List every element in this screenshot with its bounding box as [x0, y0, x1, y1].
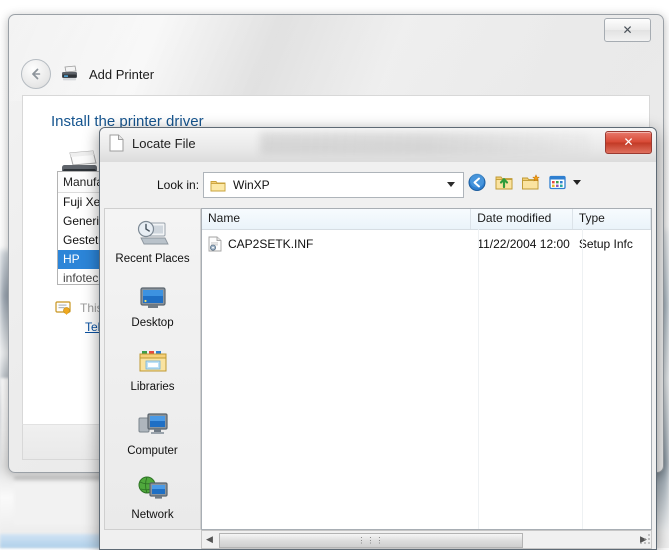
- views-icon[interactable]: [548, 173, 568, 192]
- locate-file-body: Look in: WinXP Recent Places Desktop Lib…: [100, 162, 656, 549]
- back-button[interactable]: [21, 59, 51, 89]
- look-in-dropdown[interactable]: WinXP: [203, 172, 464, 198]
- place-label: Desktop: [131, 316, 174, 329]
- horizontal-scrollbar[interactable]: ◀ ⋮⋮⋮ ▶: [201, 530, 652, 549]
- scrollbar-track[interactable]: ⋮⋮⋮: [217, 532, 636, 548]
- locate-file-title-row: Locate File: [109, 134, 196, 152]
- look-in-value: WinXP: [233, 178, 270, 192]
- folder-icon: [210, 179, 226, 192]
- inf-file-icon: [208, 236, 222, 252]
- table-row[interactable]: CAP2SETK.INF 11/22/2004 12:00 ... Setup …: [202, 234, 651, 254]
- cell-type: Setup Infc: [578, 237, 633, 251]
- add-printer-titlebar[interactable]: ✕: [9, 15, 663, 43]
- cell-name: CAP2SETK.INF: [202, 236, 471, 252]
- add-printer-navigation-row: Add Printer: [21, 59, 154, 89]
- place-label: Recent Places: [115, 252, 190, 265]
- place-label: Computer: [127, 444, 178, 457]
- libraries-icon: [135, 346, 171, 378]
- place-label: Libraries: [130, 380, 175, 393]
- chevron-down-icon: [447, 182, 455, 187]
- place-computer[interactable]: Computer: [105, 401, 200, 465]
- place-label: Network: [131, 508, 174, 521]
- look-in-row: Look in: WinXP: [100, 172, 656, 200]
- back-arrow-icon: [32, 68, 41, 80]
- certificate-icon: [55, 301, 72, 315]
- column-header-name[interactable]: Name: [202, 209, 472, 229]
- dialog-toolbar: [467, 173, 581, 192]
- column-separator: [582, 229, 583, 529]
- printer-icon: [60, 65, 80, 83]
- document-icon: [109, 134, 124, 152]
- place-desktop[interactable]: Desktop: [105, 273, 200, 337]
- network-icon: [135, 474, 171, 506]
- driver-signing-note: This: [55, 301, 103, 315]
- new-folder-icon[interactable]: [521, 173, 541, 192]
- views-dropdown-caret-icon[interactable]: [573, 180, 581, 185]
- place-recent-places[interactable]: Recent Places: [105, 209, 200, 273]
- file-name-text: CAP2SETK.INF: [228, 237, 314, 251]
- column-header-date-modified[interactable]: Date modified: [471, 209, 573, 229]
- computer-icon: [135, 410, 171, 442]
- scrollbar-thumb[interactable]: ⋮⋮⋮: [219, 533, 523, 548]
- place-libraries[interactable]: Libraries: [105, 337, 200, 401]
- places-bar: Recent Places Desktop Libraries Computer…: [104, 208, 201, 530]
- locate-file-title: Locate File: [132, 135, 196, 151]
- column-header-type[interactable]: Type: [573, 209, 651, 229]
- cell-date-modified: 11/22/2004 12:00 ...: [477, 237, 573, 251]
- scroll-left-arrow-icon[interactable]: ◀: [202, 532, 217, 547]
- desktop-icon: [135, 282, 171, 314]
- column-separator: [478, 229, 479, 529]
- locate-file-close-button[interactable]: ✕: [605, 131, 652, 154]
- close-icon: ✕: [623, 135, 634, 149]
- recent-places-icon: [135, 218, 171, 250]
- close-icon: ✕: [622, 22, 633, 37]
- add-printer-close-button[interactable]: ✕: [604, 18, 651, 42]
- resize-grip[interactable]: [640, 534, 652, 546]
- file-list-view[interactable]: Name Date modified Type CAP2SETK.INF 11/…: [201, 208, 652, 530]
- add-printer-title: Add Printer: [89, 66, 155, 82]
- back-icon[interactable]: [467, 173, 487, 192]
- place-network[interactable]: Network: [105, 465, 200, 529]
- up-one-level-icon[interactable]: [494, 173, 514, 192]
- look-in-label: Look in:: [157, 178, 200, 192]
- file-list-header: Name Date modified Type: [202, 209, 651, 230]
- locate-file-dialog: Locate File ✕ Look in: WinXP Recent Plac…: [99, 127, 657, 550]
